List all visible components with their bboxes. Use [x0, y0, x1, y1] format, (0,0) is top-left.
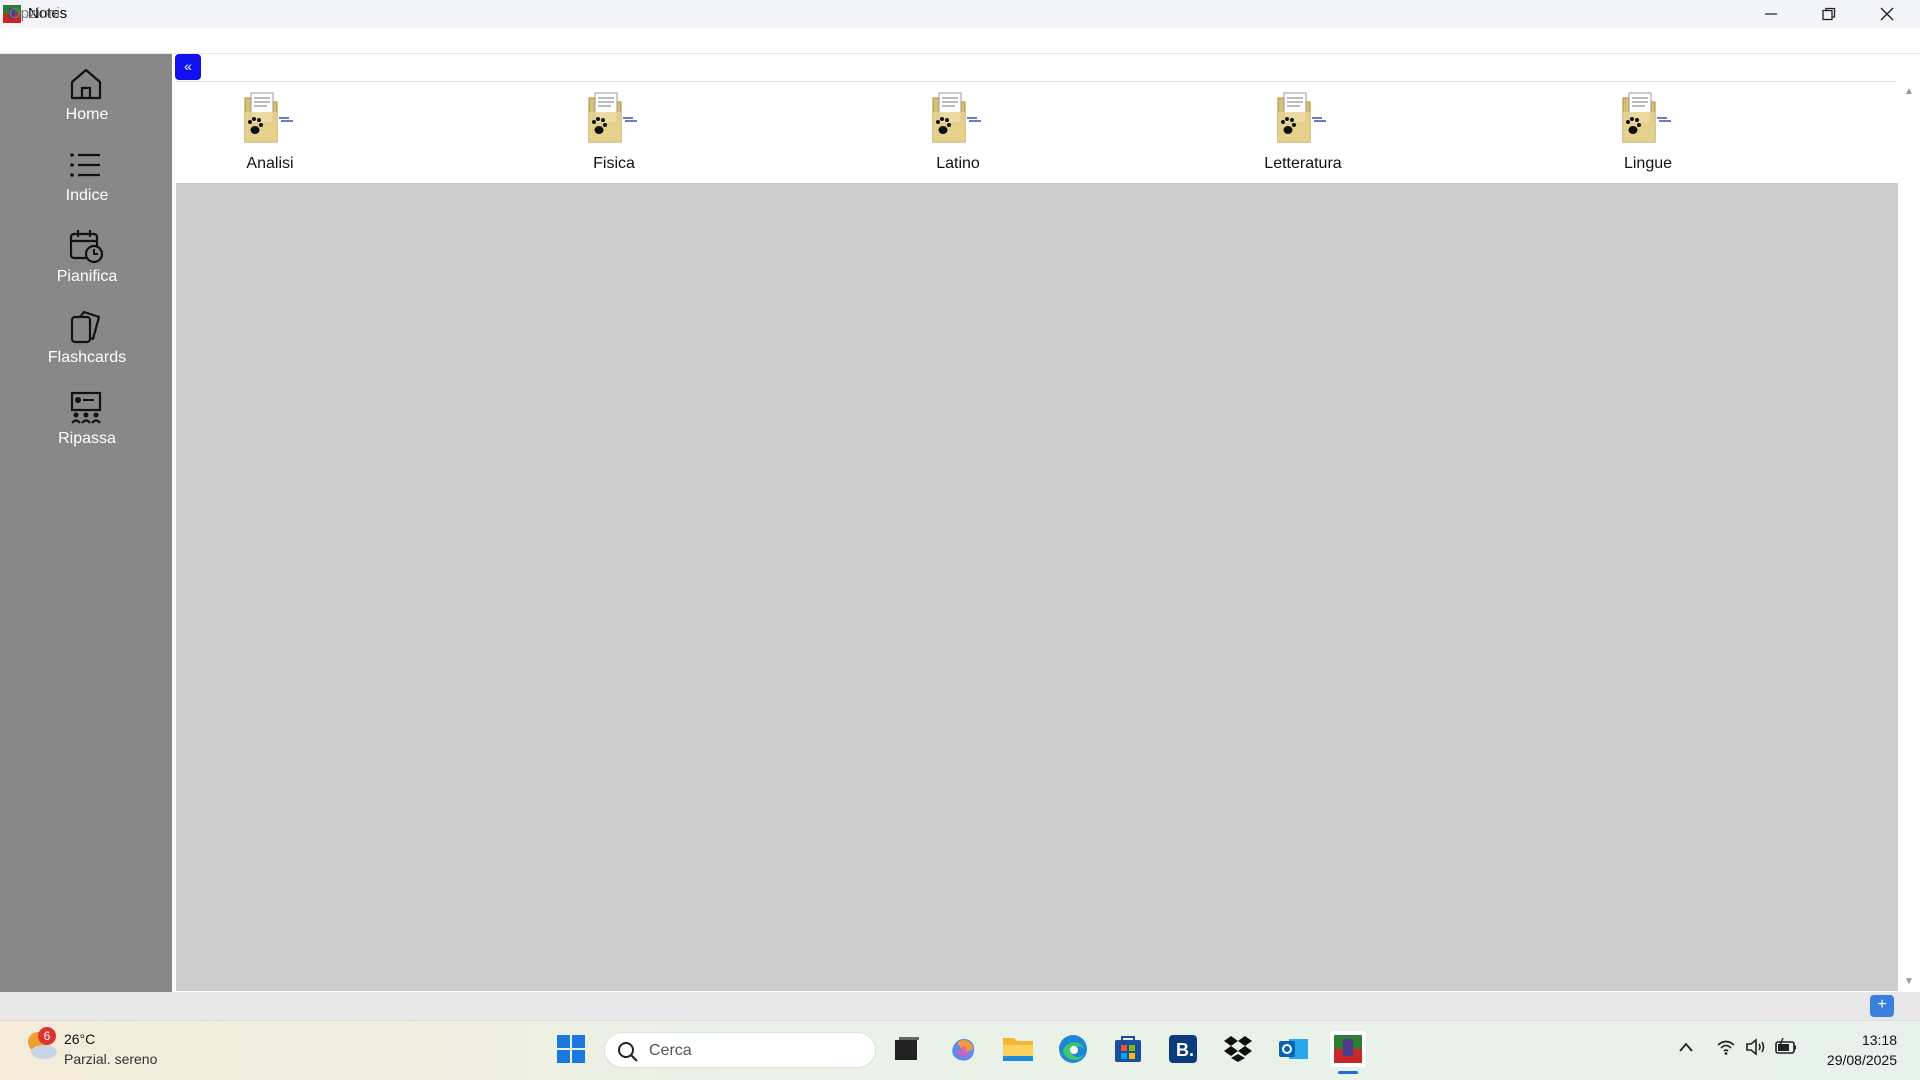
weather-temperature[interactable]: 26°C [64, 1031, 95, 1047]
outlook-icon [1279, 1039, 1308, 1059]
store-button[interactable] [1110, 1031, 1146, 1067]
classroom-icon [70, 391, 102, 424]
edge-icon [1059, 1035, 1087, 1063]
wifi-status[interactable] [1716, 1038, 1738, 1060]
folder-icon [244, 92, 293, 143]
volume-control[interactable] [1745, 1038, 1767, 1060]
system-clock[interactable]: 13:18 29/08/2025 [1795, 1030, 1897, 1070]
start-icon [557, 1035, 585, 1063]
close-button[interactable] [1858, 0, 1916, 28]
sidebar-item-label: Pianifica [56, 268, 118, 285]
sidebar-item-label: Ripassa [58, 430, 116, 447]
menu-bar [0, 28, 1920, 54]
active-app-indicator [1338, 1071, 1358, 1074]
restore-icon [1822, 7, 1836, 21]
booking-icon: B. [1169, 1035, 1197, 1063]
wifi-icon [1717, 1040, 1735, 1055]
add-button[interactable]: + [1870, 995, 1894, 1017]
flashcards-icon [70, 310, 101, 344]
folder-label: Fisica [593, 155, 635, 172]
copilot-icon [952, 1038, 975, 1061]
task-view-icon [895, 1037, 919, 1060]
folder-latino[interactable]: Latino [883, 90, 1033, 180]
content-area [176, 183, 1898, 991]
folder-analisi[interactable]: Analisi [195, 90, 345, 180]
list-icon [70, 153, 100, 177]
scroll-up-arrow-icon[interactable]: ▲ [1900, 86, 1918, 98]
folder-label: Lingue [1623, 155, 1673, 172]
title-bar [0, 0, 1920, 28]
folder-icon [1622, 92, 1671, 143]
outlook-button[interactable] [1275, 1031, 1311, 1067]
clock-time: 13:18 [1861, 1032, 1897, 1048]
file-explorer-button[interactable] [1000, 1031, 1036, 1067]
restore-button[interactable] [1800, 0, 1858, 28]
notes-app-taskbar-button[interactable] [1330, 1031, 1366, 1067]
sidebar-item-label: Flashcards [47, 349, 127, 366]
copilot-button[interactable] [945, 1031, 981, 1067]
svg-text:B.: B. [1176, 1040, 1194, 1060]
minimize-icon [1765, 13, 1777, 15]
clock-date: 29/08/2025 [1826, 1052, 1897, 1068]
folder-label: Analisi [246, 155, 294, 172]
scroll-down-arrow-icon[interactable]: ▼ [1900, 976, 1918, 988]
taskbar-search-input[interactable]: Cerca [604, 1032, 876, 1068]
status-bar [0, 992, 1920, 1020]
search-icon [618, 1042, 638, 1062]
start-button[interactable] [553, 1031, 589, 1067]
folder-label: Letteratura [1264, 155, 1342, 172]
folder-icon [588, 92, 637, 143]
calendar-clock-icon [69, 230, 104, 264]
task-view-button[interactable] [889, 1031, 925, 1067]
sidebar-item-label: Indice [65, 187, 109, 204]
sidebar-item-home[interactable]: Home [0, 56, 174, 132]
weather-alert-badge: 6 [38, 1027, 56, 1045]
notes-app-icon [1334, 1035, 1362, 1063]
home-icon [70, 68, 102, 100]
show-hidden-icons-button[interactable] [1678, 1040, 1698, 1060]
dropbox-button[interactable] [1220, 1031, 1256, 1067]
store-icon [1115, 1036, 1141, 1062]
folder-label: Latino [936, 155, 980, 172]
booking-button[interactable]: B. [1165, 1031, 1201, 1067]
folder-lingue[interactable]: Lingue [1573, 90, 1723, 180]
sidebar-item-label: Home [65, 106, 109, 123]
folder-icon [1277, 92, 1326, 143]
close-icon [1880, 7, 1894, 21]
sidebar-item-indice[interactable]: Indice [0, 137, 174, 213]
sidebar-item-ripassa[interactable]: Ripassa [0, 380, 174, 456]
dropbox-icon [1224, 1036, 1252, 1062]
volume-icon [1746, 1038, 1765, 1056]
folder-icon [932, 92, 981, 143]
edge-browser-button[interactable] [1055, 1031, 1091, 1067]
menu-opzioni[interactable]: Opzioni [9, 5, 60, 22]
weather-description[interactable]: Parzial. sereno [64, 1051, 157, 1067]
folder-fisica[interactable]: Fisica [539, 90, 689, 180]
file-explorer-icon [1003, 1038, 1033, 1061]
search-placeholder: Cerca [649, 1042, 692, 1059]
minimize-button[interactable] [1742, 0, 1800, 28]
chevron-up-icon [1679, 1042, 1693, 1052]
vertical-scrollbar[interactable] [1898, 82, 1920, 992]
folder-letteratura[interactable]: Letteratura [1228, 90, 1378, 180]
collapse-sidebar-button[interactable]: « [175, 54, 201, 80]
sidebar-item-flashcards[interactable]: Flashcards [0, 299, 174, 375]
sidebar-item-pianifica[interactable]: Pianifica [0, 218, 174, 294]
